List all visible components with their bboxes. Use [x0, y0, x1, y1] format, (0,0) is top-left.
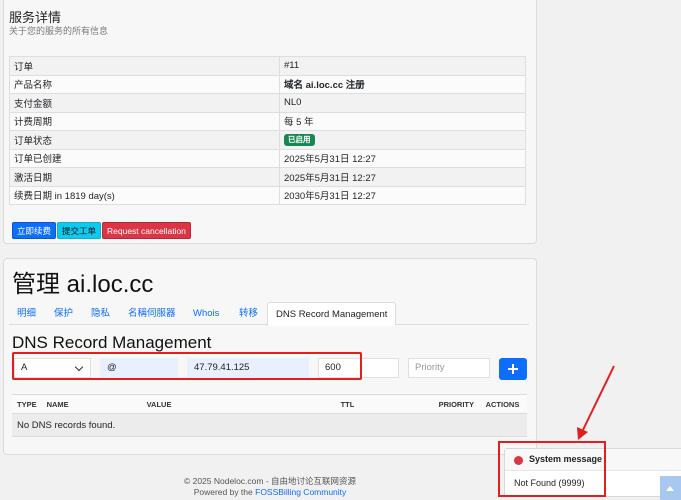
annotation-arrow: [577, 365, 615, 440]
arrow-shaft: [581, 365, 615, 433]
scroll-to-top-button[interactable]: [660, 476, 681, 500]
